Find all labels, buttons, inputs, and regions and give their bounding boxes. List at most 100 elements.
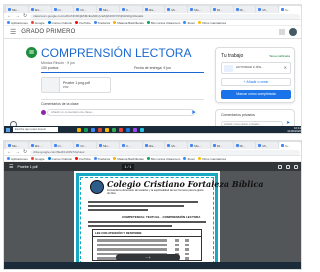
submitted-file[interactable]: ACTIVIDAD 2.JPG... ✕	[221, 62, 291, 74]
taskbar-app-icon[interactable]	[133, 127, 137, 132]
browser-tab[interactable]: Mi...	[256, 142, 279, 149]
reload-icon[interactable]: ↻	[23, 149, 27, 155]
tab-label: C...	[125, 143, 131, 148]
forward-icon[interactable]: →	[15, 13, 20, 19]
windows-start-icon[interactable]	[6, 127, 10, 132]
browser-tab[interactable]: Cl...	[51, 142, 74, 149]
page-indicator[interactable]: 1 / 1	[121, 163, 135, 170]
bookmark-icon	[198, 157, 202, 160]
browser-tab[interactable]: Mis...	[188, 6, 210, 13]
taskbar-search-input[interactable]: Escribe aquí para buscar	[13, 127, 58, 132]
browser-tab[interactable]: Mi...	[165, 142, 188, 149]
taskbar-app-icon[interactable]	[84, 127, 88, 132]
bookmark-item[interactable]: Materia Bachillerato	[113, 157, 144, 161]
bookmark-item[interactable]: YouTube	[74, 157, 91, 161]
bookmark-item[interactable]: Google	[30, 157, 45, 161]
zoom-controls[interactable]: − +	[116, 254, 180, 261]
bookmark-item[interactable]: Correo Outlook	[47, 21, 72, 25]
taskbar-app-icon[interactable]	[119, 127, 123, 132]
print-icon[interactable]	[294, 164, 298, 169]
menu-icon[interactable]: ☰	[9, 164, 13, 170]
taskbar-app-icon[interactable]	[98, 127, 102, 132]
attachment-card[interactable]: Pruebe 1.png.pdf PDF	[41, 77, 111, 93]
table-heading: LEE CON ATENCIÓN Y RESPONDE	[93, 230, 201, 237]
taskbar-app-icon[interactable]	[91, 127, 95, 132]
pdf-file-name: Pruebe 1.pdf	[17, 164, 38, 169]
tab-label: Mis...	[148, 143, 156, 148]
bookmark-item[interactable]: Mis cursos Classroom	[146, 21, 180, 25]
bookmark-item[interactable]: Zoom	[183, 157, 195, 161]
browser-tab[interactable]: Mi...	[233, 142, 256, 149]
close-icon[interactable]: ✕	[284, 65, 287, 70]
bookmark-icon	[7, 157, 10, 160]
browser-tab[interactable]: Mis...	[142, 6, 165, 13]
browser-tab[interactable]: Mi...	[256, 6, 279, 13]
zoom-buttons[interactable]: − +	[145, 256, 150, 260]
browser-tab[interactable]: Mis ...	[6, 142, 28, 149]
browser-tab[interactable]: Cl...	[51, 6, 74, 13]
url-field[interactable]: drive.google.com/file/d/1xK8sT2p/view	[30, 149, 300, 155]
download-icon[interactable]	[286, 164, 290, 169]
add-or-create-button[interactable]: + Añadir o crear	[221, 78, 291, 86]
taskbar-app-icon[interactable]	[140, 127, 144, 132]
browser-tab[interactable]: Mi...	[210, 6, 233, 13]
taskbar-clock[interactable]: 10:41 11/06/2020	[287, 126, 301, 133]
taskbar-app-icon[interactable]	[77, 127, 81, 132]
taskbar-app-icon[interactable]	[112, 127, 116, 132]
bookmark-item[interactable]: Aplicaciones	[7, 157, 28, 161]
browser-tab[interactable]: C...	[119, 142, 142, 149]
menu-icon[interactable]: ☰	[10, 28, 16, 36]
bookmark-item[interactable]: YouTube	[74, 21, 91, 25]
back-icon[interactable]: ←	[7, 149, 12, 155]
browser-tab[interactable]: Mis ...	[6, 6, 28, 13]
bookmark-item[interactable]: Aplicaciones	[7, 21, 28, 25]
rotate-icon[interactable]	[278, 164, 282, 169]
browser-tab[interactable]: C...	[119, 6, 142, 13]
browser-tab[interactable]: Mis ...	[28, 6, 51, 13]
tab-favicon-icon	[53, 144, 57, 147]
tab-favicon-icon	[121, 8, 125, 11]
browser-tab[interactable]: Mis ...	[28, 142, 51, 149]
browser-tab[interactable]: G...	[279, 6, 301, 13]
taskbar-app-icon[interactable]	[126, 127, 130, 132]
bookmark-item[interactable]: Otros marcadores	[198, 21, 226, 25]
browser-tab[interactable]: Mis...	[97, 142, 119, 149]
tab-favicon-icon	[235, 144, 239, 147]
class-comment-input[interactable]: Añadir un comentario de clase...	[47, 109, 195, 116]
url-field[interactable]: classroom.google.com/u/0/c/NDI3NjE5MzEwN…	[30, 13, 300, 19]
bookmark-item[interactable]: Traductor	[93, 21, 110, 25]
mark-complete-button[interactable]: Marcar como completada	[221, 90, 291, 99]
browser-tab[interactable]: Cli...	[74, 142, 97, 149]
browser-tab[interactable]: Cli...	[74, 6, 97, 13]
bookmark-item[interactable]: Correo Outlook	[47, 157, 72, 161]
bookmark-item[interactable]: Mis cursos Classroom	[146, 157, 180, 161]
bookmark-item[interactable]: Otros marcadores	[198, 157, 226, 161]
class-name[interactable]: GRADO PRIMERO	[21, 29, 75, 35]
bookmark-item[interactable]: Materia Bachillerato	[113, 21, 144, 25]
bookmark-item[interactable]: Google	[30, 21, 45, 25]
send-icon[interactable]: ➤	[191, 109, 196, 116]
browser-tab[interactable]: Mi...	[233, 6, 256, 13]
school-name: Colegio Cristiano Fortaleza Bíblica	[107, 179, 264, 189]
page-heading: COMPETENCIA: TEXTUAL · COMPRENSIÓN LECTO…	[122, 215, 201, 219]
avatar[interactable]	[289, 28, 297, 36]
browser-tab[interactable]: Mi...	[165, 6, 188, 13]
assignment-icon: ≣	[26, 47, 37, 58]
browser-tab[interactable]: G...	[279, 142, 301, 149]
bookmark-item[interactable]: Zoom	[183, 21, 195, 25]
class-comments-label[interactable]: Comentarios de la clase	[41, 102, 79, 106]
browser-tab[interactable]: Mis...	[142, 142, 165, 149]
bookmark-item[interactable]: Traductor	[93, 157, 110, 161]
bookmark-icon	[93, 157, 97, 160]
reload-icon[interactable]: ↻	[23, 13, 27, 19]
bookmark-icon	[47, 21, 51, 24]
browser-tab[interactable]: Mis...	[188, 142, 210, 149]
browser-tab[interactable]: Mis...	[97, 6, 119, 13]
apps-grid-icon[interactable]	[279, 29, 285, 35]
taskbar-app-icon[interactable]	[105, 127, 109, 132]
attachment-name: Pruebe 1.png.pdf	[63, 81, 90, 85]
tab-favicon-icon	[281, 144, 285, 147]
forward-icon[interactable]: →	[15, 149, 20, 155]
browser-tab[interactable]: Mi...	[210, 142, 233, 149]
back-icon[interactable]: ←	[7, 13, 12, 19]
